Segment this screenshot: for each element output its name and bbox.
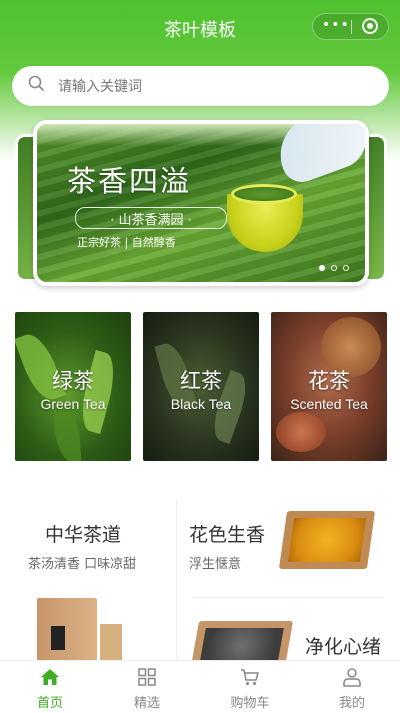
user-icon	[343, 668, 361, 687]
feature-title: 中华茶道	[45, 524, 122, 546]
mini-program-capsule[interactable]: •••	[312, 13, 389, 40]
feature-subtitle: 浮生惬意	[189, 557, 242, 572]
banner-subtitle: · 山茶香满园 ·	[110, 213, 192, 228]
feature-title: 花色生香	[189, 524, 266, 546]
search-icon	[28, 75, 44, 91]
tea-box-image	[100, 624, 122, 662]
home-icon	[41, 669, 59, 685]
feature-divider	[192, 597, 384, 598]
feature-title: 净化心绪	[305, 636, 382, 658]
search-bar[interactable]	[12, 66, 389, 106]
tab-label: 首页	[36, 696, 63, 711]
carousel-dot-2[interactable]	[331, 265, 337, 271]
tab-bar: 首页 精选 购物车 我的	[0, 660, 400, 713]
tab-cart[interactable]: 购物车	[200, 661, 300, 713]
close-icon[interactable]	[362, 18, 378, 34]
banner-tagline: 正宗好茶 | 自然醇香	[77, 236, 176, 249]
grid-icon	[138, 668, 156, 686]
tab-label: 我的	[338, 696, 365, 711]
category-scented-tea[interactable]: 花茶 Scented Tea	[271, 312, 387, 461]
banner-title: 茶香四溢	[67, 164, 192, 198]
category-english-name: Scented Tea	[290, 396, 368, 412]
tab-label: 购物车	[230, 696, 270, 711]
cart-icon	[241, 669, 259, 685]
category-name: 花茶	[308, 369, 350, 393]
search-input[interactable]	[56, 75, 360, 99]
feature-divider	[176, 500, 177, 670]
category-black-tea[interactable]: 红茶 Black Tea	[143, 312, 259, 461]
category-english-name: Green Tea	[40, 396, 106, 412]
feature-subtitle: 茶汤清香 口味凉甜	[28, 557, 137, 572]
capsule-divider	[351, 20, 352, 34]
tab-featured[interactable]: 精选	[97, 661, 197, 713]
banner-subtitle-frame: · 山茶香满园 ·	[75, 207, 227, 229]
category-english-name: Black Tea	[170, 396, 232, 412]
tea-package-image	[37, 598, 97, 662]
flower-tea-tray-image	[278, 511, 376, 569]
carousel-dot-3[interactable]	[343, 265, 349, 271]
tab-label: 精选	[133, 696, 160, 711]
category-name: 绿茶	[52, 369, 94, 393]
flower-decoration	[276, 412, 326, 452]
category-name: 红茶	[180, 369, 222, 393]
tab-home[interactable]: 首页	[0, 661, 100, 713]
tab-profile[interactable]: 我的	[302, 661, 400, 713]
banner-carousel[interactable]: 茶香四溢 · 山茶香满园 · 正宗好茶 | 自然醇香	[33, 120, 369, 286]
carousel-dot-1[interactable]	[319, 265, 325, 271]
more-icon[interactable]: •••	[322, 17, 350, 33]
category-green-tea[interactable]: 绿茶 Green Tea	[15, 312, 131, 461]
